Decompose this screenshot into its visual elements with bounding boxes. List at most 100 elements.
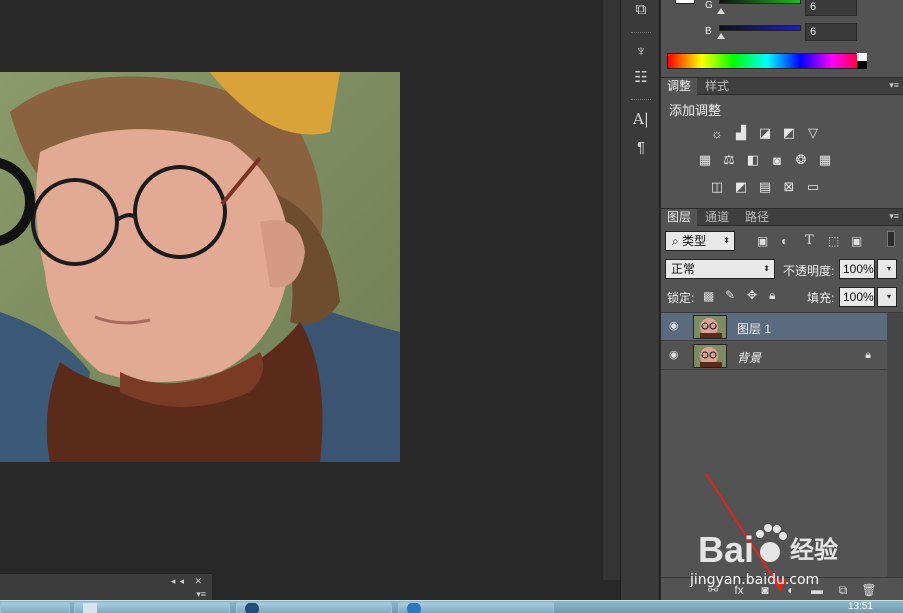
taskbar-item[interactable] [74,602,230,613]
curves-icon[interactable]: ◪ [757,125,773,141]
layer-row-layer1[interactable]: ◉ 图层 1 [661,313,887,341]
black-white-icon[interactable]: ◧ [745,152,761,168]
opacity-field[interactable]: 100% [839,259,875,279]
type-filter-icon[interactable]: T [805,233,814,248]
lock-transparent-icon[interactable]: ▩ [703,289,714,303]
tab-styles[interactable]: 样式 [699,78,735,95]
panel-menu-icon[interactable]: ▾≡ [889,80,899,91]
stepper-icon: ⬍ [723,236,730,245]
blend-mode-select[interactable]: 正常 ⬍ [665,259,775,279]
stepper-icon: ⬍ [763,264,770,273]
3d-cube-icon[interactable]: ⧉ [629,0,653,20]
b-value-field[interactable]: 6 [805,23,857,41]
adjustment-row-3: ◫ ◩ ▤ ⊠ ▭ [709,179,821,195]
brush-presets-icon[interactable]: ♆ [629,40,653,62]
adjustment-sliders-icon[interactable]: ☷ [629,66,653,88]
gradient-triangle-icon[interactable]: ▽ [805,125,821,141]
brightness-icon[interactable]: ☼ [709,125,725,141]
adjustments-panel-header: 调整 样式 ▾≡ [661,78,903,95]
photo-layer-image[interactable] [0,72,400,462]
layer-thumbnail [693,315,727,339]
layer-thumbnail [693,344,727,368]
levels-icon[interactable]: ▟ [733,125,749,141]
foreground-swatch[interactable] [675,0,695,4]
color-panel: G 6 B 6 [661,0,903,76]
panel-menu-icon[interactable]: ▾≡ [889,211,899,222]
blend-mode-value: 正常 [671,262,696,276]
smart-object-filter-icon[interactable]: ▣ [851,234,862,248]
channel-mixer-icon[interactable]: ❂ [793,152,809,168]
g-channel-slider[interactable] [719,0,801,4]
taskbar-item[interactable] [0,602,70,613]
app-icon [407,603,421,613]
layer-row-background[interactable]: ◉ 背景 🔒︎ [661,342,887,370]
b-channel-slider[interactable] [719,25,801,31]
eye-icon[interactable]: ◉ [669,321,683,332]
color-spectrum-ramp[interactable] [667,53,867,69]
invert-icon[interactable]: ◫ [709,179,725,195]
b-channel-label: B [705,26,712,37]
lock-icon: 🔒︎ [865,349,871,361]
fill-dropdown[interactable]: ▾ [877,287,897,307]
exposure-icon[interactable]: ◩ [781,125,797,141]
paragraph-icon[interactable]: ¶ [629,136,653,158]
shape-filter-icon[interactable]: ⬚ [828,234,839,248]
layer-name[interactable]: 图层 1 [737,320,771,337]
b-slider-thumb[interactable] [717,33,725,39]
g-channel-label: G [705,0,713,11]
chevron-down-icon: ▾ [886,264,891,273]
panel-dock-strip: ⧉ ♆ ☷ A| ¶ [620,0,660,600]
lock-paint-icon[interactable]: ✎ [725,288,735,302]
app-icon [83,603,97,613]
g-value-field[interactable]: 6 [805,0,857,16]
chevron-down-icon: ▾ [886,292,891,301]
tab-paths[interactable]: 路径 [739,209,775,226]
gradient-map-icon[interactable]: ▭ [805,179,821,195]
taskbar-item[interactable] [398,602,554,613]
photo-filter-icon[interactable]: ◙ [769,152,785,168]
tab-layers[interactable]: 图层 [661,209,698,226]
search-icon: ⌕ [672,234,683,248]
tab-adjustments[interactable]: 调整 [661,78,698,95]
collapse-close-icon[interactable]: ◂◂ ✕ [171,576,206,587]
lock-all-icon[interactable]: 🔒︎ [769,288,775,303]
grip-divider [631,99,651,102]
selective-color-icon[interactable]: ⊠ [781,179,797,195]
opacity-label: 不透明度: [783,264,835,278]
adjustment-filter-icon[interactable]: ◐ [781,234,788,248]
add-adjustment-heading: 添加调整 [669,103,722,118]
adjustments-panel: 调整 样式 ▾≡ 添加调整 ☼ ▟ ◪ ◩ ▽ ▦ ⚖ ◧ ◙ ❂ ▦ ◫ ◩ … [661,77,903,207]
canvas-vertical-scrollbar[interactable] [603,0,620,580]
character-icon[interactable]: A| [629,108,653,130]
adjustment-row-2: ▦ ⚖ ◧ ◙ ❂ ▦ [697,152,833,168]
lock-position-icon[interactable]: ✥ [747,288,757,302]
floating-panel[interactable]: ◂◂ ✕ ▾≡ [0,573,212,601]
eye-icon[interactable]: ◉ [669,350,683,361]
panel-menu-icon[interactable]: ▾≡ [196,589,206,600]
filter-kind-label: 类型 [682,234,707,248]
threshold-icon[interactable]: ▤ [757,179,773,195]
opacity-dropdown[interactable]: ▾ [877,259,897,279]
spectrum-black[interactable] [857,61,867,69]
g-slider-thumb[interactable] [717,8,725,14]
watermark-brand: Bai [698,529,754,570]
layer-filter-select[interactable]: ⌕ 类型 ⬍ [665,231,735,251]
taskbar-clock[interactable]: 13:51 [848,601,873,612]
taskbar-item[interactable] [236,602,392,613]
color-balance-icon[interactable]: ⚖ [721,152,737,168]
fill-field[interactable]: 100% [839,287,875,307]
grip-divider [631,32,651,35]
app-icon [245,603,259,613]
tab-channels[interactable]: 通道 [699,209,735,226]
adjustment-row-1: ☼ ▟ ◪ ◩ ▽ [709,125,821,141]
color-lookup-icon[interactable]: ▦ [817,152,833,168]
document-canvas[interactable] [0,0,603,580]
vibrance-icon[interactable]: ▦ [697,152,713,168]
fill-label: 填充: [807,291,835,305]
filter-toggle[interactable] [887,231,895,247]
spectrum-white[interactable] [857,53,867,61]
posterize-icon[interactable]: ◩ [733,179,749,195]
layer-name[interactable]: 背景 [737,349,761,366]
watermark-brand2: 经验 [790,536,838,564]
pixel-filter-icon[interactable]: ▣ [757,234,768,248]
